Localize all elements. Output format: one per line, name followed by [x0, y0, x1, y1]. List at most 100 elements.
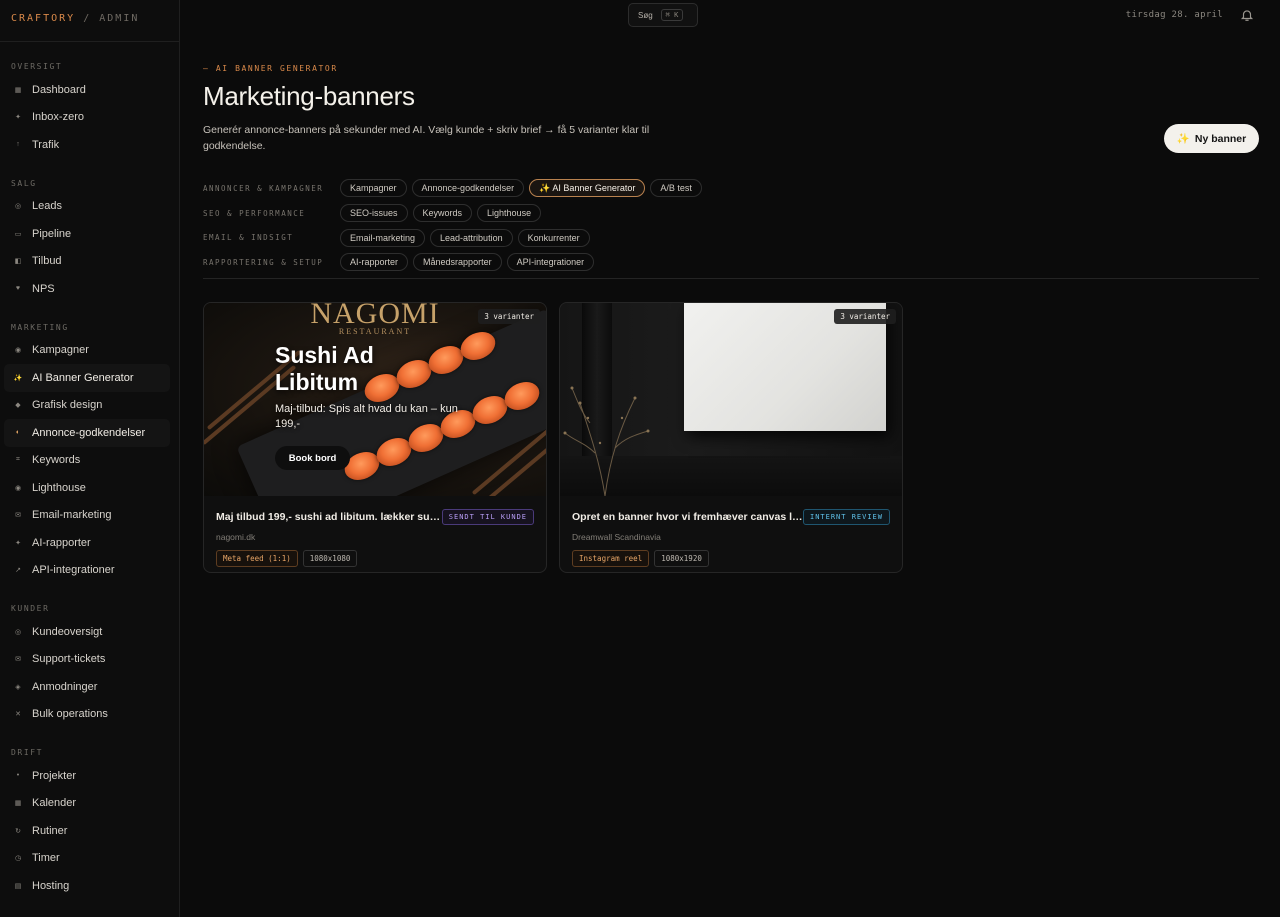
filter-chip[interactable]: Kampagner [340, 179, 407, 198]
filter-chip[interactable]: Annonce-godkendelser [411, 179, 525, 198]
filter-chip[interactable]: Månedsrapporter [413, 253, 502, 272]
sidebar-item-keywords[interactable]: ⌗ Keywords [4, 447, 170, 475]
sidebar-item-nps[interactable]: ♥ NPS [4, 275, 170, 303]
hash-icon: ⌗ [16, 456, 20, 464]
filter-chip[interactable]: A/B test [650, 179, 702, 198]
sidebar-item-dashboard[interactable]: ▦ Dashboard [4, 76, 170, 104]
sidebar-item-projekter[interactable]: • Projekter [4, 762, 170, 790]
nav-section-drift: DRIFT • Projekter ▦ Kalender ↻ Rutiner ◷ Timer ▤ H… [0, 728, 179, 900]
filter-chip[interactable]: Lighthouse [477, 204, 542, 223]
sidebar-item-inbox-zero[interactable]: ✦ Inbox-zero [4, 104, 170, 132]
sidebar-item-label: Hosting [32, 879, 70, 892]
sidebar-item-label: AI-rapporter [32, 536, 91, 549]
filter-chip[interactable]: Lead-attribution [430, 228, 513, 247]
search-button[interactable]: Søg ⌘ K [628, 3, 698, 27]
sidebar-item-label: Projekter [32, 769, 77, 782]
sidebar-item-kampagner[interactable]: ◉ Kampagner [4, 337, 170, 365]
server-icon: ▤ [14, 882, 22, 890]
bell-icon[interactable] [1240, 8, 1254, 22]
sidebar-item-bulk-operations[interactable]: ✕ Bulk operations [4, 701, 170, 729]
nav-heading: KUNDER [11, 604, 50, 613]
diamond-icon: ◆ [15, 402, 21, 410]
sidebar-nav: OVERSIGT ▦ Dashboard ✦ Inbox-zero ↑ Trafik SALG… [0, 42, 179, 900]
nav-heading: DRIFT [11, 748, 44, 757]
card-title: Opret en banner hvor vi fremhæver canvas… [572, 511, 803, 523]
sidebar-item-label: Kalender [32, 797, 77, 810]
filter-chip[interactable]: Konkurrenter [517, 228, 590, 247]
sidebar-item-trafik[interactable]: ↑ Trafik [4, 131, 170, 159]
sidebar-item-annonce-godkendelser[interactable]: ◐ Annonce-godkendelser [4, 419, 170, 447]
sidebar-item-label: AI Banner Generator [32, 371, 134, 384]
sidebar-item-pipeline[interactable]: ▭ Pipeline [4, 220, 170, 248]
calendar-icon: ▦ [14, 800, 22, 808]
sidebar-item-email-marketing[interactable]: ✉ Email-marketing [4, 502, 170, 530]
filter-group-label: RAPPORTERING & SETUP [203, 257, 324, 267]
nav-section-oversigt: OVERSIGT ▦ Dashboard ✦ Inbox-zero ↑ Trafik [0, 42, 179, 159]
filter-group-label: ANNONCER & KAMPAGNER [203, 183, 324, 193]
sidebar-item-label: Rutiner [32, 824, 68, 837]
sidebar-item-label: Lighthouse [32, 481, 86, 494]
sidebar-item-lighthouse[interactable]: ◉ Lighthouse [4, 474, 170, 502]
pipeline-icon: ▭ [14, 230, 22, 238]
sidebar-item-label: Trafik [32, 138, 60, 151]
sidebar-item-hosting[interactable]: ▤ Hosting [4, 872, 170, 900]
brand-name: CRAFTORY [11, 13, 76, 24]
filter-row: SEO & PERFORMANCE SEO-issues Keywords Light… [203, 201, 1259, 226]
filter-chip[interactable]: AI-rapporter [340, 253, 409, 272]
sidebar-item-label: API-integrationer [32, 564, 115, 577]
mail-icon: ✉ [15, 512, 21, 520]
sidebar-item-kundeoversigt[interactable]: ◎ Kundeoversigt [4, 618, 170, 646]
banner-card[interactable]: 3 varianter Opret en banner hvor vi frem… [559, 302, 903, 573]
page-title: Marketing-banners [203, 81, 415, 111]
filter-group-label: EMAIL & INDSIGT [203, 233, 294, 243]
sidebar-item-label: Kampagner [32, 344, 89, 357]
document-icon: ◧ [14, 258, 22, 266]
arrow-up-icon: ↑ [16, 141, 20, 149]
banner-card[interactable]: NAGOMI RESTAURANT Sushi Ad Libitum Maj-t… [203, 302, 547, 573]
heart-icon: ♥ [15, 285, 21, 293]
topbar: Søg ⌘ K tirsdag 28. april [181, 0, 1280, 42]
sidebar-item-label: Inbox-zero [32, 111, 84, 124]
filter-chip[interactable]: API-integrationer [506, 253, 595, 272]
sidebar-item-api-integrationer[interactable]: ↗ API-integrationer [4, 557, 170, 585]
sidebar-item-label: Bulk operations [32, 708, 108, 721]
current-date: tirsdag 28. april [1125, 10, 1223, 20]
sidebar-item-label: Leads [32, 200, 62, 213]
sidebar-item-tilbud[interactable]: ◧ Tilbud [4, 248, 170, 276]
format-tag: Instagram reel [572, 550, 650, 567]
status-badge: INTERNT REVIEW [802, 509, 890, 525]
sidebar-item-ai-rapporter[interactable]: ✦ AI-rapporter [4, 529, 170, 557]
filter-row: RAPPORTERING & SETUP AI-rapporter Månedsra… [203, 250, 1259, 275]
sidebar-item-kalender[interactable]: ▦ Kalender [4, 790, 170, 818]
sidebar-item-ai-banner-generator[interactable]: ✨ AI Banner Generator [4, 364, 170, 392]
nav-section-salg: SALG ◎ Leads ▭ Pipeline ◧ Tilbud ♥ NPS [0, 159, 179, 303]
sidebar-item-label: Email-marketing [32, 509, 112, 522]
new-banner-button[interactable]: ✨ Ny banner [1164, 124, 1259, 153]
sidebar-item-rutiner[interactable]: ↻ Rutiner [4, 817, 170, 845]
brand[interactable]: CRAFTORY / ADMIN [0, 0, 179, 42]
sidebar-item-label: Pipeline [32, 227, 72, 240]
brand-section: ADMIN [99, 13, 140, 24]
filter-chip[interactable]: Keywords [412, 204, 473, 223]
dot-icon: • [16, 772, 20, 780]
new-banner-label: Ny banner [1194, 132, 1247, 145]
size-tag: 1080x1080 [302, 550, 358, 567]
page-eyebrow: — AI BANNER GENERATOR [203, 64, 338, 73]
variants-badge: 3 varianter [834, 309, 896, 324]
sidebar-item-grafisk-design[interactable]: ◆ Grafisk design [4, 392, 170, 420]
card-client: Dreamwall Scandinavia [572, 532, 661, 542]
banner-logo-sub: RESTAURANT [338, 327, 412, 336]
sidebar-item-support-tickets[interactable]: ✉ Support-tickets [4, 646, 170, 674]
filter-chip[interactable]: Email-marketing [340, 228, 426, 247]
nav-section-marketing: MARKETING ◉ Kampagner ✨ AI Banner Generator ◆… [0, 303, 179, 585]
search-label: Søg [638, 10, 653, 20]
banner-headline: Sushi Ad Libitum [275, 342, 374, 395]
sidebar-item-anmodninger[interactable]: ◈ Anmodninger [4, 673, 170, 701]
sidebar-item-timer[interactable]: ◷ Timer [4, 845, 170, 873]
lighthouse-icon: ◉ [14, 484, 22, 492]
filter-groups: ANNONCER & KAMPAGNER Kampagner Annonce-god… [203, 176, 1259, 275]
sidebar-item-leads[interactable]: ◎ Leads [4, 193, 170, 221]
filter-chip[interactable]: ✨ AI Banner Generator [529, 179, 646, 198]
filter-chip[interactable]: SEO-issues [340, 204, 408, 223]
sparkle-icon: ✦ [15, 114, 21, 122]
